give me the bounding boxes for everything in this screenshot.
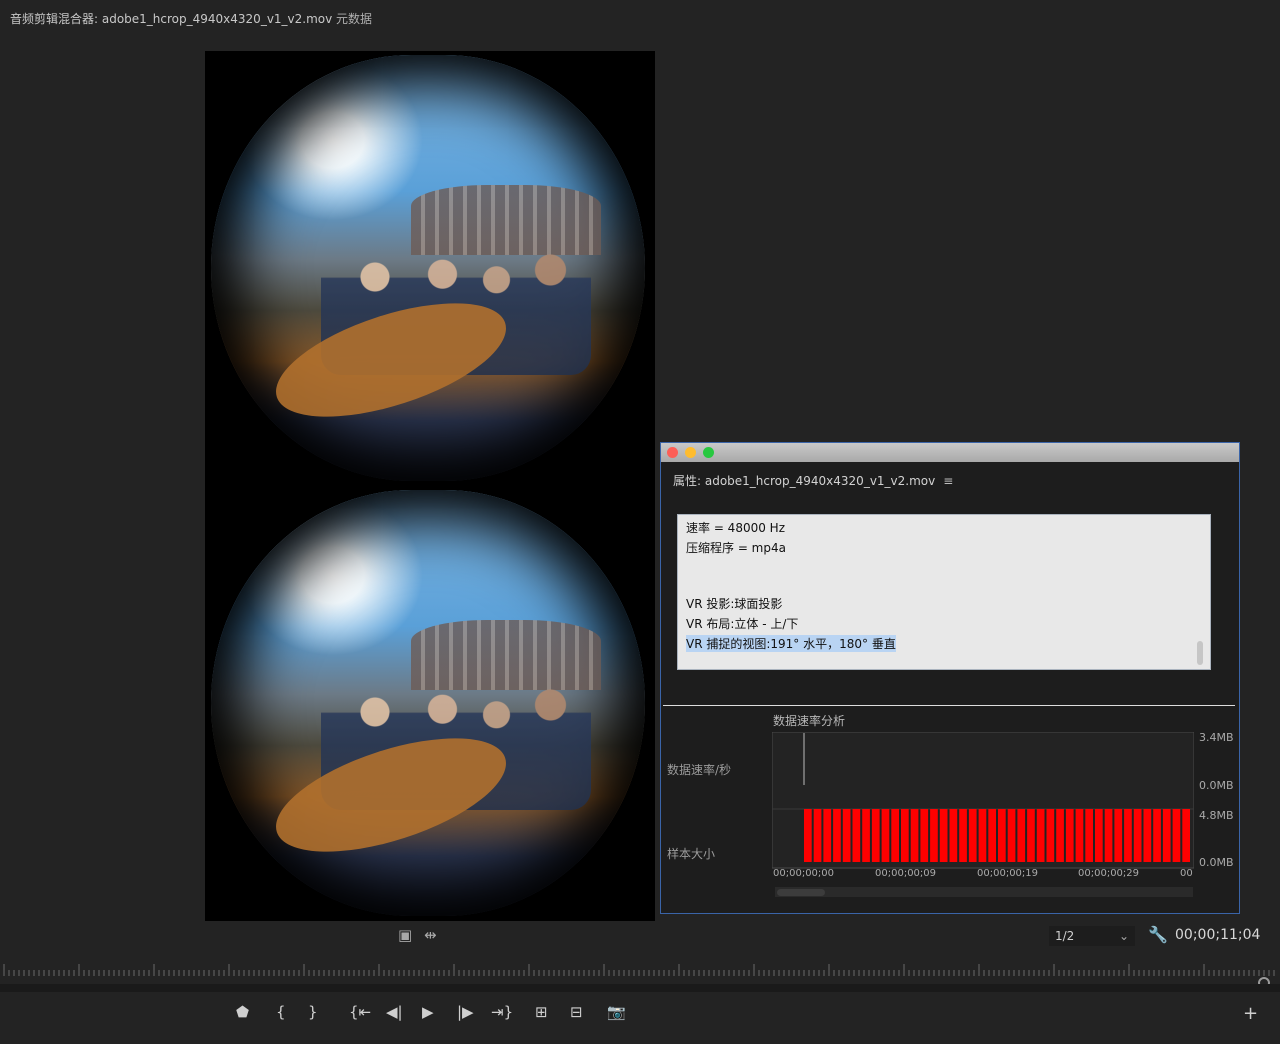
sample-size-bar-17 (968, 809, 977, 862)
window-titlebar[interactable] (661, 443, 1239, 462)
properties-header: 属性: adobe1_hcrop_4940x4320_v1_v2.mov ≡ (673, 472, 953, 489)
sample-size-bar-14 (939, 809, 948, 862)
y-label-top-max: 3.4MB (1199, 731, 1234, 744)
sample-size-bar-0 (804, 809, 812, 862)
safe-margins-icon[interactable]: ▣ (398, 926, 412, 944)
sample-size-bar-5 (852, 809, 861, 862)
sample-size-bar-24 (1036, 809, 1045, 862)
x-tick-4: 00 (1180, 868, 1193, 879)
row-label-data-rate: 数据速率/秒 (667, 763, 732, 777)
sample-size-bar-3 (833, 809, 841, 862)
properties-info-box[interactable]: 速率 = 48000 Hz 压缩程序 = mp4a VR 投影:球面投影 VR … (677, 514, 1211, 670)
info-line-rate: 速率 = 48000 Hz (686, 521, 785, 535)
vr-eye-top (205, 51, 655, 486)
panel-tabs: 音频剪辑混合器: adobe1_hcrop_4940x4320_v1_v2.mo… (0, 0, 1280, 36)
tab-metadata[interactable]: 元数据 (336, 10, 372, 27)
sample-size-bar-37 (1162, 809, 1171, 862)
sample-size-bar-9 (891, 809, 899, 862)
x-tick-1: 00;00;00;09 (875, 868, 937, 879)
sample-size-bar-22 (1017, 809, 1026, 862)
sample-size-bar-35 (1143, 809, 1152, 862)
sample-size-bar-12 (920, 809, 929, 862)
sample-size-bar-23 (1027, 809, 1035, 862)
sample-size-bar-1 (813, 809, 822, 862)
section-divider (663, 705, 1235, 706)
playback-resolution-select[interactable]: 1/2 ⌄ (1049, 926, 1135, 946)
minimize-window-button[interactable] (685, 447, 696, 458)
chevron-down-icon: ⌄ (1118, 929, 1129, 943)
sample-size-bar-27 (1065, 809, 1074, 862)
sample-size-bar-19 (988, 809, 996, 862)
overwrite-button[interactable]: ⊟ (570, 1002, 583, 1022)
info-line-vr-captured-view: VR 捕捉的视图:191° 水平，180° 垂直 (686, 635, 896, 652)
y-label-top-min: 0.0MB (1199, 779, 1234, 792)
sample-size-bar-26 (1056, 809, 1064, 862)
step-forward-button[interactable]: |▶ (457, 1002, 474, 1022)
sample-size-bar-10 (901, 809, 909, 862)
info-line-vr-layout: VR 布局:立体 - 上/下 (686, 617, 799, 631)
sample-size-bar-18 (978, 809, 987, 862)
sample-size-bar-31 (1104, 809, 1113, 862)
go-to-out-button[interactable]: ⇥} (491, 1002, 513, 1022)
sample-size-bar-30 (1095, 809, 1103, 862)
sample-size-bar-29 (1085, 809, 1093, 862)
sample-size-bar-6 (862, 809, 870, 862)
chart-title: 数据速率分析 (773, 714, 846, 728)
sample-size-bar-15 (949, 809, 958, 862)
info-line-codec: 压缩程序 = mp4a (686, 541, 786, 555)
sample-size-bar-4 (842, 809, 851, 862)
time-ruler[interactable] (0, 958, 1280, 982)
tab-audio-clip-mixer[interactable]: 音频剪辑混合器: adobe1_hcrop_4940x4320_v1_v2.mo… (10, 10, 332, 27)
x-tick-3: 00;00;00;29 (1078, 868, 1140, 879)
scrollbar-thumb[interactable] (777, 889, 825, 896)
wrench-icon[interactable]: 🔧 (1148, 925, 1168, 944)
insert-button[interactable]: ⊞ (535, 1002, 548, 1022)
sample-size-bar-38 (1172, 809, 1181, 862)
step-back-button[interactable]: ◀| (386, 1002, 403, 1022)
panel-menu-icon[interactable]: ≡ (943, 474, 953, 488)
export-frame-icon[interactable]: 📷 (607, 1002, 626, 1022)
mark-in-button[interactable]: { (276, 1002, 286, 1022)
sample-size-bar-36 (1153, 809, 1161, 862)
add-button-icon[interactable]: + (1243, 1003, 1258, 1024)
info-scrollbar[interactable] (1197, 641, 1203, 665)
sample-size-bar-28 (1075, 809, 1084, 862)
x-tick-0: 00;00;00;00 (773, 868, 835, 879)
sample-size-bar-25 (1046, 809, 1055, 862)
sample-size-bar-11 (910, 809, 919, 862)
sample-size-bar-33 (1124, 809, 1132, 862)
sample-size-bar-21 (1007, 809, 1016, 862)
play-button[interactable]: ▶ (422, 1002, 434, 1022)
playhead-timecode[interactable]: 00;00;11;04 (1175, 927, 1260, 943)
chart-horizontal-scrollbar[interactable] (775, 887, 1193, 897)
mark-out-button[interactable]: } (308, 1002, 318, 1022)
row-label-sample-size: 样本大小 (667, 847, 716, 861)
y-label-bottom-max: 4.8MB (1199, 809, 1234, 822)
info-line-vr-projection: VR 投影:球面投影 (686, 597, 783, 611)
sample-size-bar-39 (1182, 809, 1190, 862)
resolution-value: 1/2 (1055, 929, 1075, 943)
go-to-in-button[interactable]: {⇤ (349, 1002, 371, 1022)
properties-title: 属性: adobe1_hcrop_4940x4320_v1_v2.mov (673, 474, 936, 488)
y-label-bottom-min: 0.0MB (1199, 856, 1234, 869)
x-tick-2: 00;00;00;19 (977, 868, 1039, 879)
sample-size-bar-8 (881, 809, 890, 862)
data-rate-chart (772, 732, 1194, 869)
close-window-button[interactable] (667, 447, 678, 458)
sample-size-bar-7 (871, 809, 880, 862)
add-marker-button[interactable]: ⬟ (236, 1002, 249, 1022)
spread-icon[interactable]: ⇹ (424, 926, 437, 944)
zoom-window-button[interactable] (703, 447, 714, 458)
sample-size-bar-2 (823, 809, 832, 862)
sample-size-bar-13 (930, 809, 938, 862)
sample-size-bar-16 (959, 809, 967, 862)
sample-size-bar-20 (998, 809, 1006, 862)
vr-eye-bottom (205, 486, 655, 921)
properties-window: 属性: adobe1_hcrop_4940x4320_v1_v2.mov ≡ 速率… (660, 442, 1240, 914)
sample-size-bar-32 (1114, 809, 1123, 862)
sample-size-bar-34 (1133, 809, 1142, 862)
zoom-scroll-bar[interactable] (0, 984, 1280, 992)
program-monitor-video (205, 51, 655, 921)
